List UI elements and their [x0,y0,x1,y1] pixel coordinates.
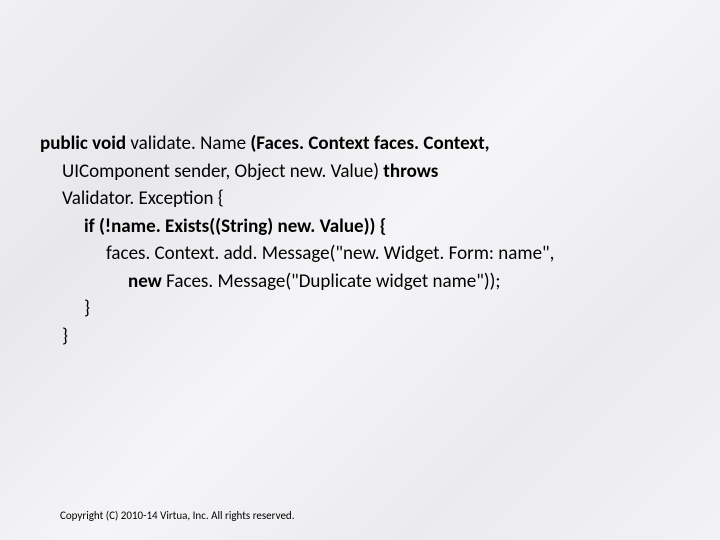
keyword-throws: throws [383,160,438,183]
code-line-6: new Faces. Message("Duplicate widget nam… [40,268,690,296]
code-line-8: } [40,323,690,351]
method-name: validate. Name [130,132,250,155]
params-continued: UIComponent sender, Object new. Value) [62,160,383,183]
code-line-3: Validator. Exception { [40,185,690,213]
keyword-if: if [84,215,99,238]
keyword-public-void: public void [40,132,130,155]
close-brace-outer: } [62,325,68,348]
params-open: (Faces. Context faces. Context, [250,132,489,155]
if-condition: (!name. Exists((String) new. Value)) { [99,215,386,238]
code-line-1: public void validate. Name (Faces. Conte… [40,130,690,158]
keyword-new: new [128,270,166,293]
code-line-7: } [40,295,690,323]
code-line-4: if (!name. Exists((String) new. Value)) … [40,213,690,241]
faces-message: Faces. Message("Duplicate widget name"))… [166,270,500,293]
code-line-5: faces. Context. add. Message("new. Widge… [40,240,690,268]
close-brace-inner: } [84,297,90,320]
copyright-notice: Copyright (C) 2010-14 Virtua, Inc. All r… [60,509,294,522]
code-line-2: UIComponent sender, Object new. Value) t… [40,158,690,186]
exception-line: Validator. Exception { [62,187,224,210]
code-block: public void validate. Name (Faces. Conte… [0,0,720,350]
add-message: faces. Context. add. Message("new. Widge… [106,242,554,265]
